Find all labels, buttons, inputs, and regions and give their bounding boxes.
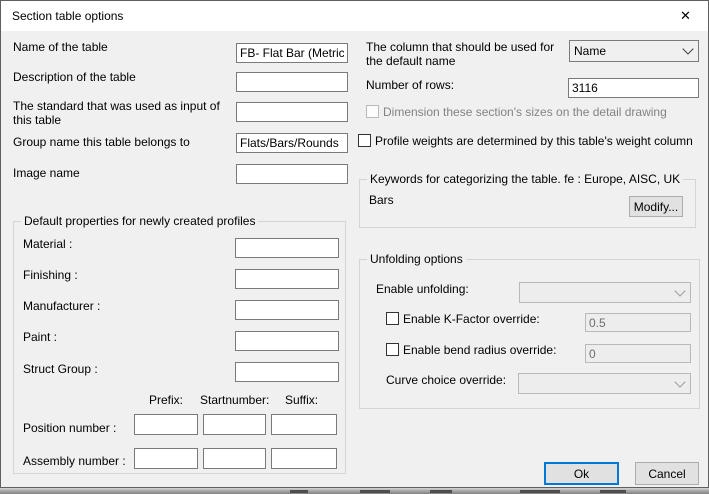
default-properties-group-title: Default properties for newly created pro… bbox=[21, 214, 258, 228]
image-name-input[interactable] bbox=[236, 164, 348, 184]
position-suffix-input[interactable] bbox=[271, 414, 337, 435]
background-strip bbox=[0, 488, 709, 494]
group-name-input[interactable] bbox=[236, 133, 348, 153]
paint-input[interactable] bbox=[235, 331, 339, 351]
profile-weights-label: Profile weights are determined by this t… bbox=[375, 134, 693, 148]
finishing-input[interactable] bbox=[235, 269, 339, 289]
number-of-rows-label: Number of rows: bbox=[366, 78, 454, 92]
chevron-down-icon bbox=[674, 285, 685, 296]
position-prefix-input[interactable] bbox=[134, 414, 198, 435]
assembly-number-label: Assembly number : bbox=[23, 454, 126, 468]
cancel-button[interactable]: Cancel bbox=[635, 462, 699, 485]
ok-button[interactable]: Ok bbox=[544, 462, 619, 485]
section-table-options-dialog: Section table options ✕ Name of the tabl… bbox=[0, 0, 709, 488]
dimension-sizes-checkbox bbox=[366, 105, 379, 118]
keywords-value: Bars bbox=[369, 193, 394, 207]
description-input[interactable] bbox=[236, 72, 348, 92]
material-label: Material : bbox=[23, 237, 72, 251]
k-factor-override-label: Enable K-Factor override: bbox=[403, 312, 540, 326]
bend-radius-override-label: Enable bend radius override: bbox=[403, 343, 556, 357]
suffix-column-header: Suffix: bbox=[285, 393, 318, 407]
group-name-label: Group name this table belongs to bbox=[13, 135, 190, 149]
modify-button[interactable]: Modify... bbox=[629, 196, 683, 217]
dialog-title: Section table options bbox=[12, 9, 123, 23]
material-input[interactable] bbox=[235, 238, 339, 258]
keywords-group-title: Keywords for categorizing the table. fe … bbox=[367, 172, 683, 186]
close-icon: ✕ bbox=[680, 8, 691, 24]
position-startnumber-input[interactable] bbox=[203, 414, 266, 435]
close-button[interactable]: ✕ bbox=[663, 1, 708, 30]
dimension-sizes-label: Dimension these section's sizes on the d… bbox=[383, 105, 667, 119]
struct-group-input[interactable] bbox=[235, 362, 339, 382]
number-of-rows-input[interactable] bbox=[568, 78, 699, 98]
description-label: Description of the table bbox=[13, 70, 136, 84]
bend-radius-input bbox=[585, 344, 691, 363]
enable-unfolding-label: Enable unfolding: bbox=[376, 282, 469, 296]
assembly-prefix-input[interactable] bbox=[134, 448, 198, 469]
standard-input[interactable] bbox=[236, 102, 348, 122]
default-name-column-dropdown[interactable]: Name bbox=[569, 40, 699, 62]
titlebar[interactable]: Section table options ✕ bbox=[1, 1, 708, 31]
enable-unfolding-dropdown[interactable] bbox=[519, 282, 691, 303]
struct-group-label: Struct Group : bbox=[23, 362, 98, 376]
unfolding-options-group-title: Unfolding options bbox=[367, 252, 466, 266]
profile-weights-checkbox[interactable] bbox=[358, 134, 371, 147]
position-number-label: Position number : bbox=[23, 421, 116, 435]
image-name-label: Image name bbox=[13, 166, 80, 180]
k-factor-input bbox=[585, 313, 691, 332]
chevron-down-icon bbox=[674, 376, 685, 387]
k-factor-override-checkbox[interactable] bbox=[386, 312, 399, 325]
assembly-suffix-input[interactable] bbox=[271, 448, 337, 469]
default-name-column-value: Name bbox=[574, 44, 606, 58]
standard-label: The standard that was used as input of t… bbox=[13, 99, 237, 127]
name-of-table-input[interactable] bbox=[236, 43, 348, 63]
manufacturer-label: Manufacturer : bbox=[23, 299, 100, 313]
startnumber-column-header: Startnumber: bbox=[200, 393, 269, 407]
prefix-column-header: Prefix: bbox=[149, 393, 183, 407]
paint-label: Paint : bbox=[23, 330, 57, 344]
finishing-label: Finishing : bbox=[23, 268, 78, 282]
name-of-table-label: Name of the table bbox=[13, 40, 108, 54]
curve-choice-dropdown[interactable] bbox=[518, 373, 691, 394]
assembly-startnumber-input[interactable] bbox=[203, 448, 266, 469]
bend-radius-override-checkbox[interactable] bbox=[386, 343, 399, 356]
default-name-column-label: The column that should be used for the d… bbox=[366, 40, 571, 68]
manufacturer-input[interactable] bbox=[235, 300, 339, 320]
chevron-down-icon bbox=[682, 43, 693, 54]
curve-choice-override-label: Curve choice override: bbox=[386, 373, 506, 387]
